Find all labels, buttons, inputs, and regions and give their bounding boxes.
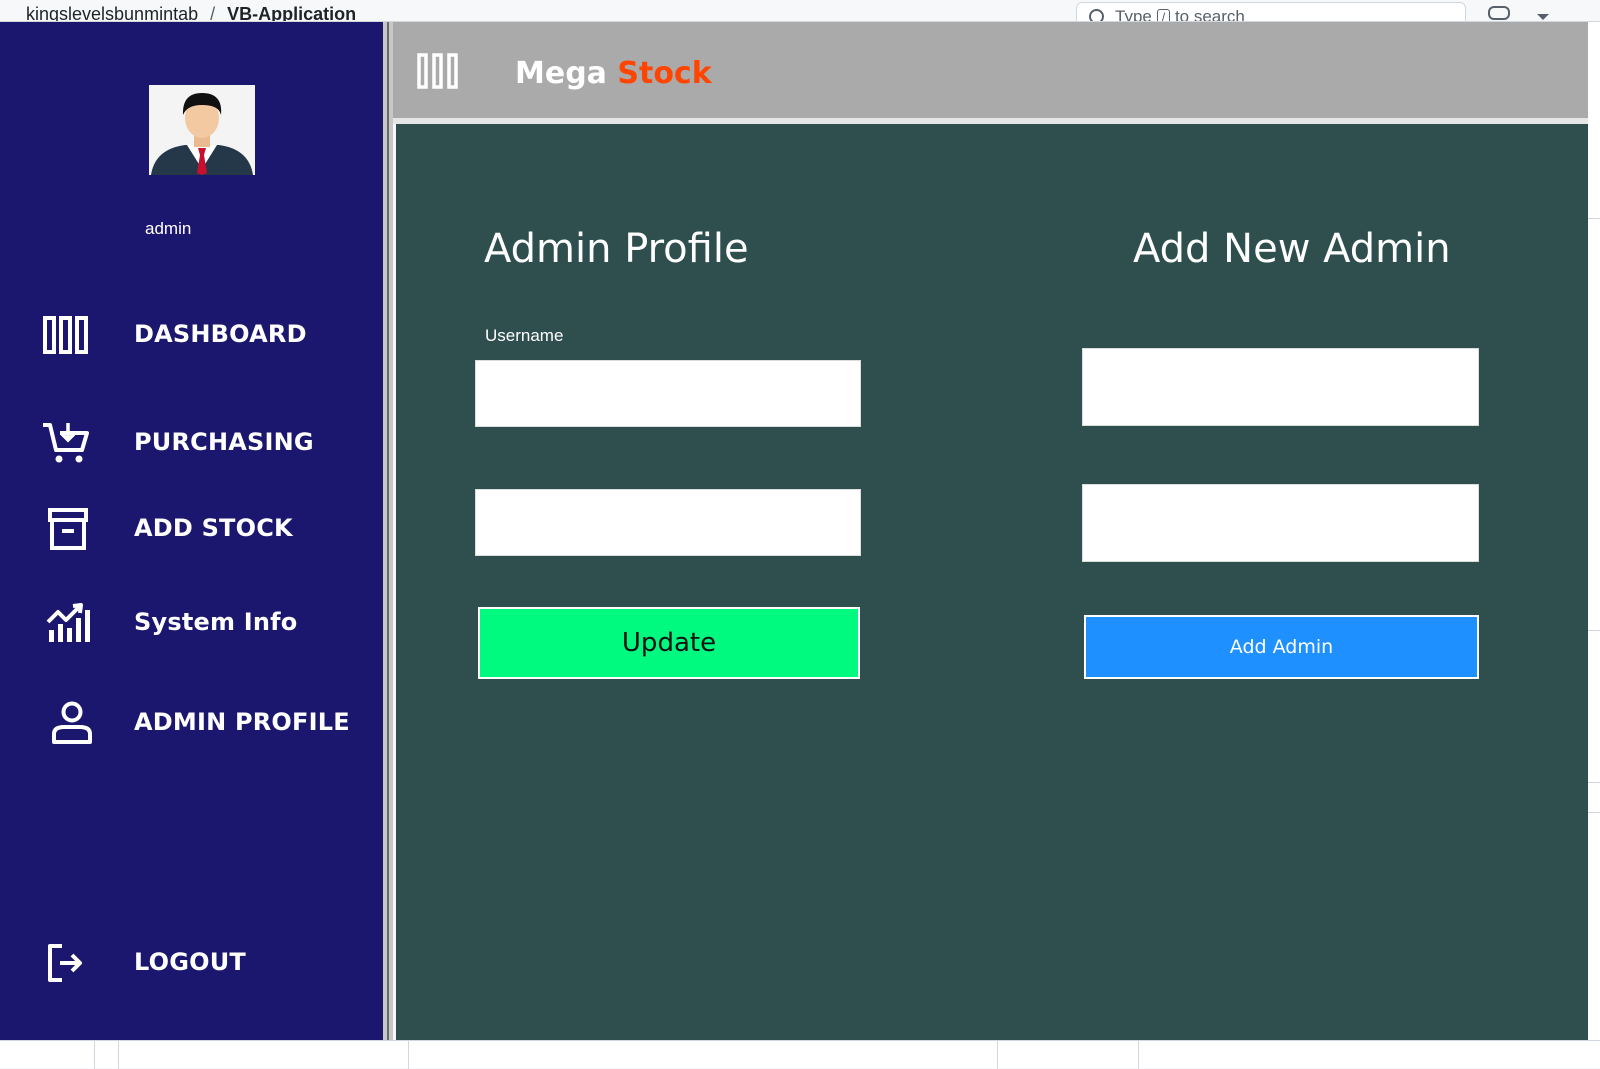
search-hint-suffix: to search	[1174, 7, 1245, 22]
update-button[interactable]: Update	[477, 606, 861, 680]
browser-top-bar: kingslevelsbunmintab / VB-Application Type…	[0, 0, 1600, 22]
person-icon	[40, 700, 92, 746]
panel-divider	[383, 22, 393, 1040]
brand-part-stock: Stock	[617, 56, 712, 91]
dashboard-columns-icon	[417, 52, 461, 92]
logout-button[interactable]: LOGOUT	[0, 932, 383, 992]
sidebar-item-label: ADD STOCK	[134, 514, 293, 542]
brand-part-mega: Mega	[515, 56, 607, 91]
background-bottom-strip	[0, 1040, 1600, 1069]
sidebar-item-label: DASHBOARD	[134, 320, 307, 348]
sidebar-item-label: System Info	[134, 608, 298, 636]
password-input[interactable]	[475, 489, 861, 556]
sidebar-item-label: PURCHASING	[134, 428, 314, 456]
breadcrumb-repo[interactable]: VB-Application	[227, 4, 356, 21]
search-icon	[1089, 9, 1104, 21]
logout-label: LOGOUT	[134, 948, 247, 976]
search-box[interactable]: Type / to search	[1076, 2, 1466, 22]
admin-profile-title: Admin Profile	[484, 226, 749, 272]
sidebar-item-label: ADMIN PROFILE	[134, 708, 350, 736]
search-hint-prefix: Type	[1115, 7, 1152, 22]
cart-add-icon	[40, 420, 92, 466]
copilot-icon[interactable]	[1488, 6, 1510, 20]
breadcrumb-owner[interactable]: kingslevelsbunmintab	[26, 4, 198, 21]
dashboard-columns-icon	[40, 312, 92, 358]
background-right-edge	[1588, 22, 1600, 1040]
add-admin-button[interactable]: Add Admin	[1084, 615, 1479, 679]
sidebar: admin DASHBOARD PURCHASING ADD STOCK Sys…	[0, 22, 383, 1040]
archive-box-icon	[40, 506, 92, 552]
chart-growth-icon	[40, 600, 92, 646]
main-panel: Admin Profile Username Update Add New Ad…	[396, 124, 1588, 1040]
breadcrumb-separator: /	[210, 4, 216, 22]
sidebar-item-add-stock[interactable]: ADD STOCK	[0, 498, 383, 558]
search-shortcut-key: /	[1156, 9, 1171, 21]
sidebar-item-system-info[interactable]: System Info	[0, 592, 383, 652]
sidebar-item-admin-profile[interactable]: ADMIN PROFILE	[0, 692, 383, 752]
add-new-admin-title: Add New Admin	[1133, 226, 1451, 272]
app-header: Mega Stock	[393, 22, 1588, 118]
new-admin-username-input[interactable]	[1082, 348, 1479, 426]
sidebar-item-purchasing[interactable]: PURCHASING	[0, 412, 383, 472]
new-admin-password-input[interactable]	[1082, 484, 1479, 562]
caret-down-icon[interactable]	[1537, 14, 1549, 20]
app-brand: Mega Stock	[515, 56, 712, 91]
sidebar-item-dashboard[interactable]: DASHBOARD	[0, 304, 383, 364]
logout-icon	[40, 940, 92, 986]
user-avatar-icon	[149, 85, 255, 175]
username-input[interactable]	[475, 360, 861, 427]
user-name: admin	[145, 219, 192, 238]
username-label: Username	[485, 326, 564, 345]
repo-breadcrumb: kingslevelsbunmintab / VB-Application	[26, 4, 356, 22]
